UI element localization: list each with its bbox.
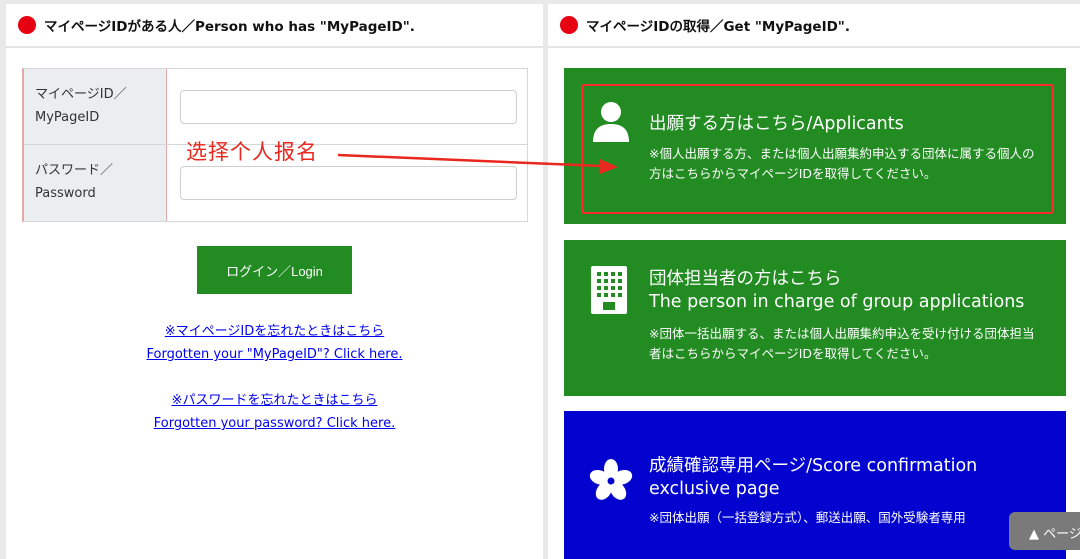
group-card[interactable]: 団体担当者の方はこちら The person in charge of grou…: [564, 240, 1066, 396]
scroll-to-top-button[interactable]: ▲ ページ: [1009, 512, 1080, 550]
password-label-jp: パスワード／: [35, 163, 114, 178]
forgot-password-link-en[interactable]: Forgotten your password? Click here.: [6, 412, 543, 435]
login-panel-header: マイページIDがある人／Person who has "MyPageID".: [6, 4, 543, 48]
login-button[interactable]: ログイン／Login: [197, 246, 352, 294]
red-dot-icon: [560, 16, 578, 34]
login-panel-title: マイページIDがある人／Person who has "MyPageID".: [44, 19, 415, 35]
mypageid-label-en: MyPageID: [35, 110, 100, 125]
forgot-id-link-jp[interactable]: ※マイページIDを忘れたときはこちら: [6, 320, 543, 343]
register-panel: マイページIDの取得／Get "MyPageID". 出願する方はこちら/App…: [548, 4, 1080, 559]
password-input[interactable]: [180, 166, 517, 200]
building-icon: [591, 266, 627, 314]
forgot-password-link-jp[interactable]: ※パスワードを忘れたときはこちら: [6, 389, 543, 412]
forgot-id-links: ※マイページIDを忘れたときはこちら Forgotten your "MyPag…: [6, 320, 543, 366]
red-dot-icon: [18, 16, 36, 34]
score-card-title: 成績確認専用ページ/Score confirmation exclusive p…: [649, 456, 978, 499]
mypageid-row: マイページID／ MyPageID: [24, 69, 528, 145]
sakura-icon: [589, 459, 633, 500]
annotation-label: 选择个人报名: [186, 140, 318, 164]
mypageid-label-jp: マイページID／: [35, 87, 127, 102]
register-panel-title: マイページIDの取得／Get "MyPageID".: [586, 19, 850, 35]
password-label: パスワード／ Password: [24, 145, 167, 221]
forgot-id-link-en[interactable]: Forgotten your "MyPageID"? Click here.: [6, 343, 543, 366]
group-card-desc: ※団体一括出願する、または個人出願集約申込を受け付ける団体担当者はこちらからマイ…: [649, 326, 1035, 361]
group-card-title-en: The person in charge of group applicatio…: [649, 292, 1025, 312]
register-panel-header: マイページIDの取得／Get "MyPageID".: [548, 4, 1080, 48]
password-label-en: Password: [35, 186, 96, 201]
applicants-card[interactable]: 出願する方はこちら/Applicants ※個人出願する方、または個人出願集約申…: [564, 68, 1066, 224]
score-card[interactable]: 成績確認専用ページ/Score confirmation exclusive p…: [564, 411, 1066, 559]
mypageid-label: マイページID／ MyPageID: [24, 69, 167, 144]
login-panel: マイページIDがある人／Person who has "MyPageID". マ…: [6, 4, 543, 559]
score-card-desc: ※団体出願（一括登録方式）、郵送出願、国外受験者専用: [649, 510, 966, 525]
annotation-highlight-box: [581, 84, 1054, 214]
group-card-title-jp: 団体担当者の方はこちら: [649, 269, 842, 289]
forgot-password-links: ※パスワードを忘れたときはこちら Forgotten your password…: [6, 389, 543, 435]
group-card-title: 団体担当者の方はこちら The person in charge of grou…: [649, 268, 1049, 314]
mypageid-input[interactable]: [180, 90, 517, 124]
